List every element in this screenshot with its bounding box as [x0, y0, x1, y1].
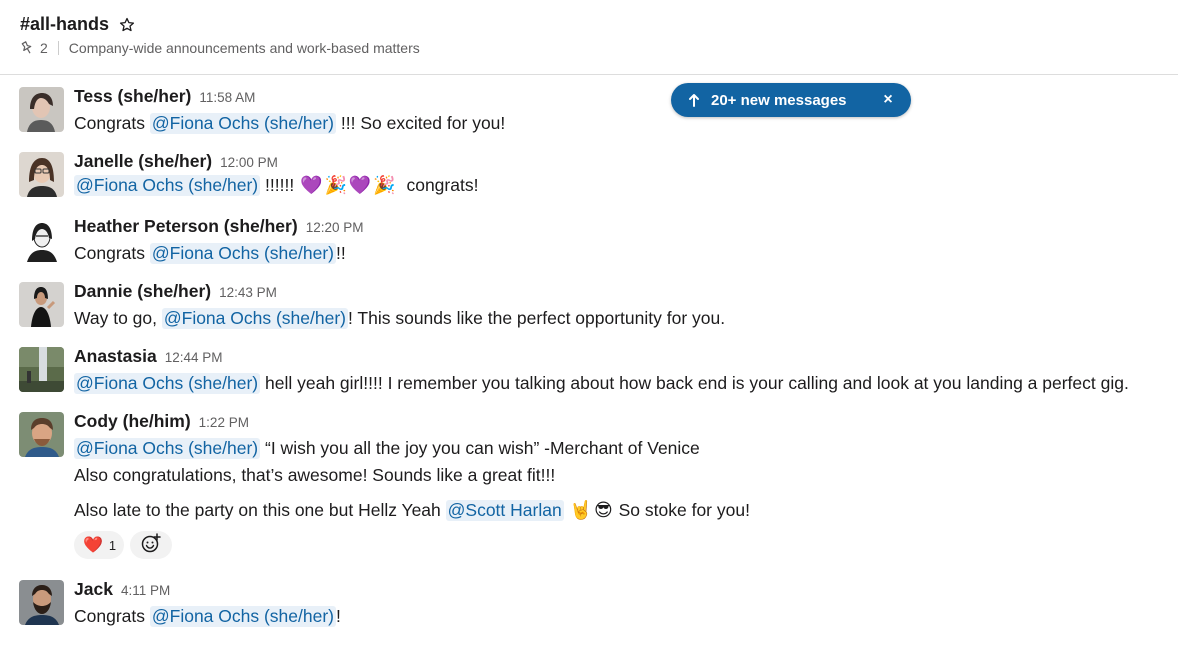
- avatar[interactable]: [19, 580, 64, 625]
- user-mention[interactable]: @Fiona Ochs (she/her): [149, 113, 337, 134]
- user-mention[interactable]: @Scott Harlan: [445, 500, 564, 521]
- reactions-bar: ❤️ 1: [74, 531, 178, 559]
- sender-name[interactable]: Tess (she/her): [74, 86, 191, 107]
- message-meta: Dannie (she/her) 12:43 PM: [74, 281, 277, 302]
- reaction-count: 1: [108, 537, 117, 553]
- text-segment: Congrats: [74, 113, 150, 133]
- message-text: Congrats @Fiona Ochs (she/her) !!: [74, 243, 346, 264]
- timestamp[interactable]: 12:43 PM: [219, 285, 277, 300]
- avatar[interactable]: [19, 217, 64, 262]
- channel-header: #all-hands 2 Company-wide announcements …: [0, 0, 1178, 75]
- pin-icon[interactable]: [20, 41, 34, 55]
- user-mention[interactable]: @Fiona Ochs (she/her): [161, 308, 348, 329]
- message-meta: Janelle (she/her) 12:00 PM: [74, 151, 278, 172]
- text-segment: [564, 500, 569, 521]
- user-mention[interactable]: @Fiona Ochs (she/her): [74, 438, 261, 459]
- channel-subtitle: 2 Company-wide announcements and work-ba…: [20, 40, 420, 56]
- message-text: Congrats @Fiona Ochs (she/her) !!! So ex…: [74, 113, 505, 134]
- add-reaction-icon: [140, 532, 162, 559]
- divider: [57, 41, 59, 55]
- timestamp[interactable]: 12:00 PM: [220, 155, 278, 170]
- add-reaction-button[interactable]: [130, 531, 173, 559]
- sunglasses-emoji: 😎: [594, 500, 613, 520]
- channel-description: Company-wide announcements and work-base…: [68, 40, 420, 56]
- timestamp[interactable]: 12:44 PM: [165, 350, 223, 365]
- user-mention[interactable]: @Fiona Ochs (she/her): [149, 606, 337, 627]
- text-segment: !: [336, 606, 341, 626]
- message-meta: Jack 4:11 PM: [74, 579, 170, 600]
- text-segment: Congrats: [74, 606, 150, 626]
- heart-emoji: ❤️: [83, 537, 103, 554]
- message-text: @Fiona Ochs (she/her) “I wish you all th…: [74, 438, 700, 459]
- sender-name[interactable]: Dannie (she/her): [74, 281, 211, 302]
- message-text: Way to go, @Fiona Ochs (she/her) ! This …: [74, 308, 725, 329]
- party-popper-emoji: 🎉: [373, 175, 396, 195]
- message-text: Also late to the party on this one but H…: [74, 500, 750, 521]
- sender-name[interactable]: Heather Peterson (she/her): [74, 216, 298, 237]
- purple-heart-emoji: 💜: [300, 175, 323, 195]
- message-text: @Fiona Ochs (she/her) !!!!!! 💜 🎉 💜 🎉 con…: [74, 175, 478, 196]
- text-segment: Way to go,: [74, 308, 162, 328]
- user-mention[interactable]: @Fiona Ochs (she/her): [74, 175, 261, 196]
- pin-count[interactable]: 2: [40, 40, 48, 56]
- arrow-up-icon: [687, 92, 701, 108]
- text-segment: congrats!: [396, 175, 479, 195]
- text-segment: So stoke for you!: [613, 500, 750, 520]
- message-meta: Tess (she/her) 11:58 AM: [74, 86, 255, 107]
- timestamp[interactable]: 11:58 AM: [199, 90, 255, 105]
- message-text: Also congratulations, that’s awesome! So…: [74, 465, 555, 486]
- message-meta: Cody (he/him) 1:22 PM: [74, 411, 249, 432]
- avatar[interactable]: [19, 282, 64, 327]
- avatar[interactable]: [19, 87, 64, 132]
- heart-reaction[interactable]: ❤️ 1: [74, 531, 125, 559]
- text-segment: !!!!!!: [260, 175, 300, 195]
- avatar[interactable]: [19, 347, 64, 392]
- user-mention[interactable]: @Fiona Ochs (she/her): [74, 373, 261, 394]
- text-segment: “I wish you all the joy you can wish” -M…: [260, 438, 700, 458]
- channel-title-row: #all-hands: [20, 14, 135, 35]
- avatar[interactable]: [19, 152, 64, 197]
- horns-emoji: 🤘: [569, 500, 592, 520]
- new-messages-label: 20+ new messages: [711, 92, 847, 109]
- sender-name[interactable]: Janelle (she/her): [74, 151, 212, 172]
- text-segment: Also congratulations, that’s awesome! So…: [74, 465, 556, 485]
- user-mention[interactable]: @Fiona Ochs (she/her): [149, 243, 337, 264]
- text-segment: hell yeah girl!!!! I remember you talkin…: [260, 373, 1129, 393]
- new-messages-banner[interactable]: 20+ new messages ×: [671, 83, 911, 117]
- text-segment: Also late to the party on this one but H…: [74, 500, 446, 520]
- star-icon[interactable]: [119, 17, 135, 33]
- message-text: Congrats @Fiona Ochs (she/her) !: [74, 606, 341, 627]
- message-text: @Fiona Ochs (she/her) hell yeah girl!!!!…: [74, 373, 1129, 394]
- text-segment: !!! So excited for you!: [336, 113, 506, 133]
- sender-name[interactable]: Anastasia: [74, 346, 157, 367]
- channel-name[interactable]: #all-hands: [20, 14, 109, 35]
- timestamp[interactable]: 12:20 PM: [306, 220, 364, 235]
- sender-name[interactable]: Cody (he/him): [74, 411, 191, 432]
- purple-heart-emoji: 💜: [348, 175, 372, 195]
- message-meta: Anastasia 12:44 PM: [74, 346, 222, 367]
- close-icon[interactable]: ×: [880, 91, 896, 109]
- timestamp[interactable]: 4:11 PM: [121, 583, 170, 598]
- text-segment: !!: [336, 243, 346, 263]
- party-popper-emoji: 🎉: [324, 175, 347, 195]
- sender-name[interactable]: Jack: [74, 579, 113, 600]
- text-segment: ! This sounds like the perfect opportuni…: [348, 308, 726, 328]
- timestamp[interactable]: 1:22 PM: [199, 415, 249, 430]
- message-meta: Heather Peterson (she/her) 12:20 PM: [74, 216, 363, 237]
- avatar[interactable]: [19, 412, 64, 457]
- text-segment: Congrats: [74, 243, 150, 263]
